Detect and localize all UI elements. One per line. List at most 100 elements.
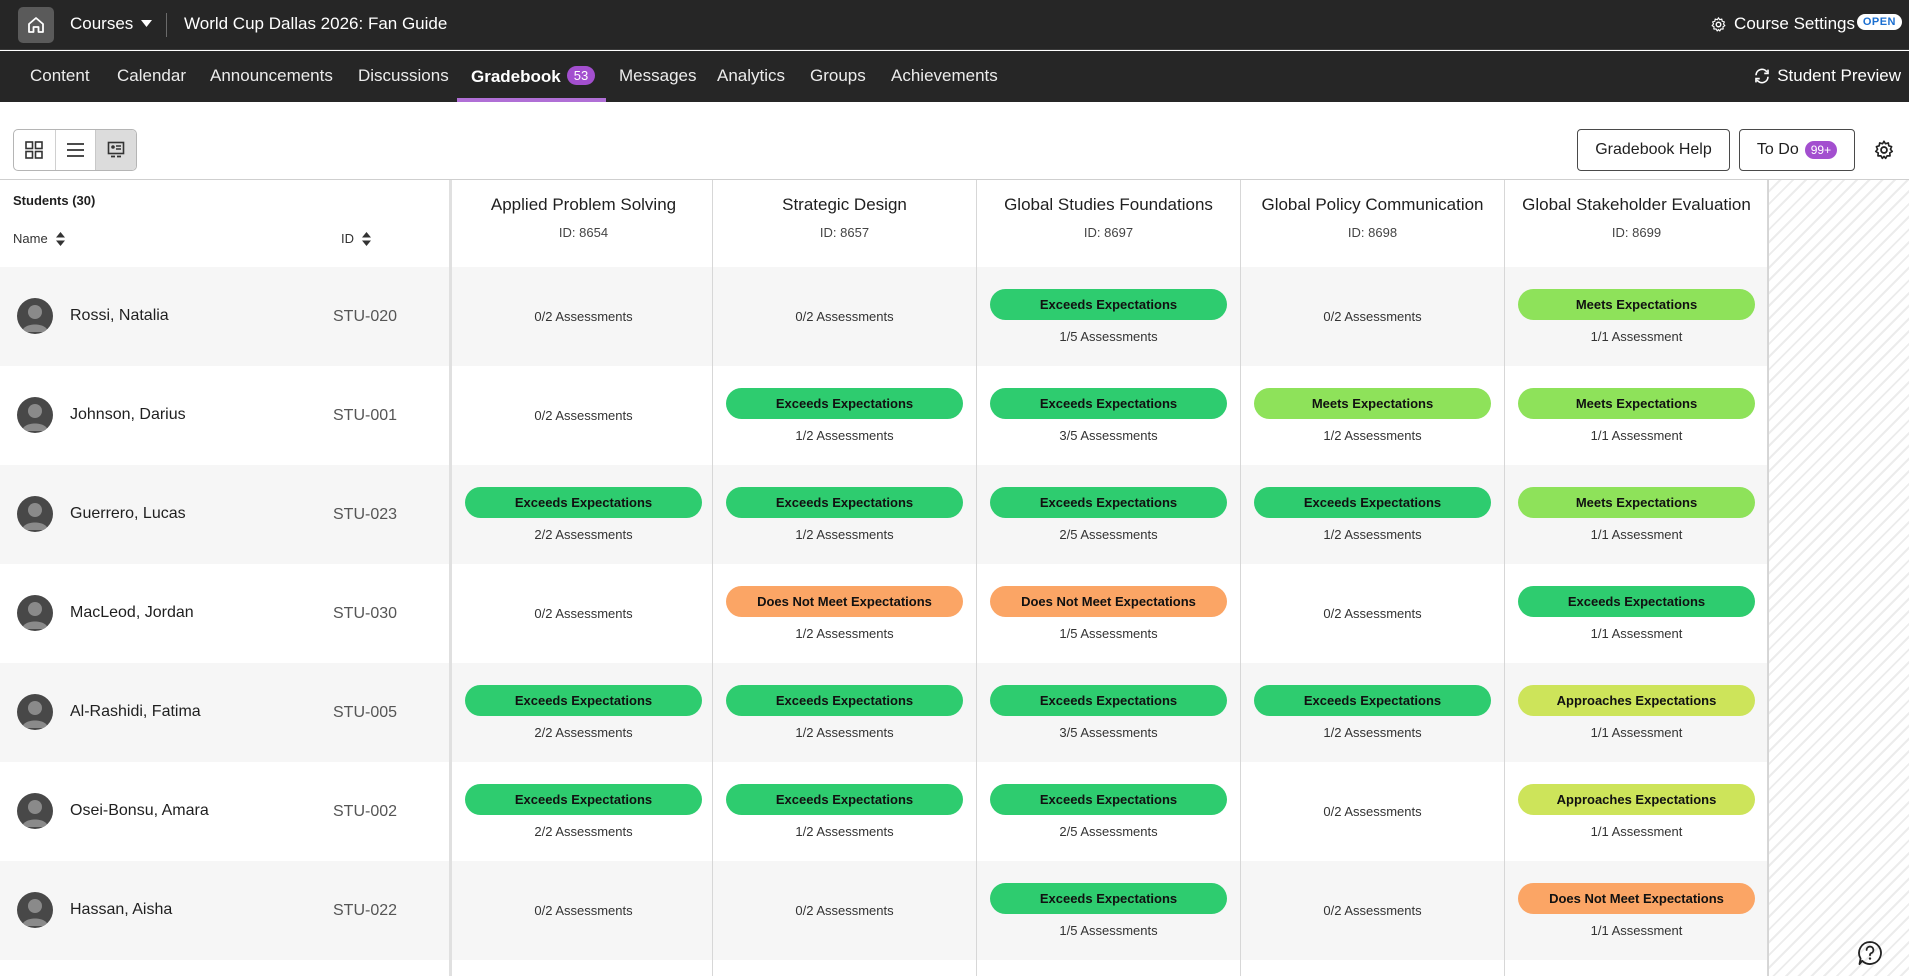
grade-cell[interactable]: Exceeds Expectations 1/5 Assessments <box>977 861 1240 960</box>
student-name[interactable]: Hassan, Aisha <box>70 901 172 919</box>
grade-cell[interactable]: 0/2 Assessments <box>452 267 715 366</box>
assessment-count: 0/2 Assessments <box>534 606 633 621</box>
grade-cell[interactable]: Exceeds Expectations 1/2 Assessments <box>713 465 976 564</box>
gradebook-settings-icon[interactable] <box>1873 139 1895 161</box>
student-id: STU-022 <box>333 902 398 919</box>
grade-cell[interactable]: Does Not Meet Expectations 1/1 Assessment <box>1505 861 1768 960</box>
courses-menu[interactable]: Courses <box>70 14 153 34</box>
grade-cell[interactable]: Exceeds Expectations 2/5 Assessments <box>977 762 1240 861</box>
assessment-count: 0/2 Assessments <box>795 309 894 324</box>
tab-groups[interactable]: Groups <box>810 66 866 86</box>
outcome-column-header[interactable]: Global Policy Communication ID: 8698 <box>1241 180 1504 262</box>
grade-cell[interactable]: Meets Expectations 1/1 Assessment <box>1505 465 1768 564</box>
gear-icon <box>1711 16 1726 32</box>
status-badge: Does Not Meet Expectations <box>726 586 963 617</box>
grade-cell[interactable]: Exceeds Expectations 1/2 Assessments <box>1241 663 1504 762</box>
outcome-column-header[interactable]: Applied Problem Solving ID: 8654 <box>452 180 715 262</box>
grade-cell[interactable]: Approaches Expectations 1/1 Assessment <box>1505 663 1768 762</box>
assessment-count: 0/2 Assessments <box>1323 804 1422 819</box>
student-name[interactable]: MacLeod, Jordan <box>70 604 194 622</box>
student-name[interactable]: Al-Rashidi, Fatima <box>70 703 201 721</box>
assessment-count: 1/2 Assessments <box>795 725 894 740</box>
roster-icon <box>107 141 125 158</box>
sort-icon <box>362 231 371 246</box>
student-id: STU-023 <box>333 506 398 523</box>
grade-cell[interactable]: Exceeds Expectations 1/1 Assessment <box>1505 564 1768 663</box>
topbar-divider <box>166 13 167 37</box>
status-badge: Meets Expectations <box>1518 289 1755 320</box>
tab-announcements[interactable]: Announcements <box>210 66 333 86</box>
grid-view-button[interactable] <box>14 130 55 170</box>
tab-analytics[interactable]: Analytics <box>717 66 785 86</box>
grade-cell[interactable]: Approaches Expectations 1/1 Assessment <box>1505 762 1768 861</box>
grade-cell[interactable]: Exceeds Expectations 1/5 Assessments <box>977 267 1240 366</box>
outcome-id: ID: 8657 <box>819 225 870 240</box>
grade-cell[interactable]: 0/2 Assessments <box>1241 861 1504 960</box>
course-title: World Cup Dallas 2026: Fan Guide <box>184 14 448 33</box>
column-divider <box>1767 180 1768 976</box>
student-preview-button[interactable]: Student Preview <box>1753 66 1901 86</box>
grade-cell[interactable]: 0/2 Assessments <box>1241 762 1504 861</box>
status-badge: Does Not Meet Expectations <box>1518 883 1755 914</box>
grade-cell[interactable]: 0/2 Assessments <box>1241 267 1504 366</box>
student-name[interactable]: Rossi, Natalia <box>70 307 169 325</box>
student-name[interactable]: Johnson, Darius <box>70 406 186 424</box>
gradebook-help-button[interactable]: Gradebook Help <box>1577 129 1730 171</box>
outcome-column-header[interactable]: Global Stakeholder Evaluation ID: 8699 <box>1505 180 1768 262</box>
student-preview-label: Student Preview <box>1777 66 1901 85</box>
grade-cell[interactable]: 0/2 Assessments <box>713 267 976 366</box>
name-sort-header[interactable]: Name <box>13 231 65 246</box>
student-row: MacLeod, Jordan STU-030 0/2 Assessments Doe… <box>0 564 1768 663</box>
grade-cell[interactable]: 0/2 Assessments <box>1241 564 1504 663</box>
grade-cell[interactable]: Exceeds Expectations 1/2 Assessments <box>713 366 976 465</box>
grade-cell[interactable]: Does Not Meet Expectations 1/2 Assessment… <box>713 564 976 663</box>
grade-cell[interactable]: Meets Expectations 1/2 Assessments <box>1241 366 1504 465</box>
student-name[interactable]: Osei-Bonsu, Amara <box>70 802 209 820</box>
user-avatar-icon <box>17 595 53 631</box>
student-row: Hassan, Aisha STU-022 0/2 Assessments 0/2 A… <box>0 861 1768 960</box>
roster-view-button[interactable] <box>95 130 136 170</box>
name-header-label: Name <box>13 231 48 246</box>
course-settings-link[interactable]: Course Settings <box>1710 14 1855 34</box>
grade-cell[interactable]: Exceeds Expectations 3/5 Assessments <box>977 366 1240 465</box>
help-icon[interactable] <box>1857 940 1883 966</box>
grade-cell[interactable]: Exceeds Expectations 3/5 Assessments <box>977 663 1240 762</box>
grade-cell[interactable]: Exceeds Expectations 1/2 Assessments <box>713 762 976 861</box>
assessment-count: 1/5 Assessments <box>1059 329 1158 344</box>
assessment-count: 1/1 Assessment <box>1590 824 1683 839</box>
grade-cell[interactable]: Exceeds Expectations 2/2 Assessments <box>452 762 715 861</box>
open-status-badge: OPEN <box>1856 14 1902 30</box>
grade-cell[interactable]: Exceeds Expectations 2/5 Assessments <box>977 465 1240 564</box>
tab-content[interactable]: Content <box>30 66 90 86</box>
student-id: STU-005 <box>333 704 398 721</box>
tab-messages[interactable]: Messages <box>619 66 696 86</box>
grade-cell[interactable]: 0/2 Assessments <box>713 861 976 960</box>
grade-cell[interactable]: 0/2 Assessments <box>452 366 715 465</box>
id-sort-header[interactable]: ID <box>341 231 371 246</box>
tab-achievements[interactable]: Achievements <box>891 66 998 86</box>
status-badge: Exceeds Expectations <box>990 685 1227 716</box>
grade-cell[interactable]: Meets Expectations 1/1 Assessment <box>1505 267 1768 366</box>
list-view-button[interactable] <box>54 130 96 170</box>
grade-cell[interactable]: Exceeds Expectations 2/2 Assessments <box>452 465 715 564</box>
grade-cell[interactable]: 0/2 Assessments <box>452 564 715 663</box>
home-button[interactable] <box>18 7 54 43</box>
grade-cell[interactable]: Exceeds Expectations 1/2 Assessments <box>1241 465 1504 564</box>
student-name[interactable]: Guerrero, Lucas <box>70 505 186 523</box>
grade-cell[interactable]: Meets Expectations 1/1 Assessment <box>1505 366 1768 465</box>
grade-cell[interactable]: Exceeds Expectations 2/2 Assessments <box>452 663 715 762</box>
outcome-column-header[interactable]: Global Studies Foundations ID: 8697 <box>977 180 1240 262</box>
assessment-count: 0/2 Assessments <box>1323 606 1422 621</box>
tab-discussions[interactable]: Discussions <box>358 66 449 86</box>
tab-gradebook[interactable]: Gradebook 53 <box>471 66 596 87</box>
todo-button[interactable]: To Do 99+ <box>1739 129 1855 171</box>
student-id: STU-020 <box>333 308 398 325</box>
grade-cell[interactable]: Does Not Meet Expectations 1/5 Assessment… <box>977 564 1240 663</box>
outcome-title: Global Studies Foundations <box>1004 195 1213 214</box>
grade-cell[interactable]: Exceeds Expectations 1/2 Assessments <box>713 663 976 762</box>
outcome-id: ID: 8697 <box>1083 225 1134 240</box>
tab-calendar[interactable]: Calendar <box>117 66 186 86</box>
outcome-column-header[interactable]: Strategic Design ID: 8657 <box>713 180 976 262</box>
grade-cell[interactable]: 0/2 Assessments <box>452 861 715 960</box>
outcome-id: ID: 8654 <box>558 225 609 240</box>
